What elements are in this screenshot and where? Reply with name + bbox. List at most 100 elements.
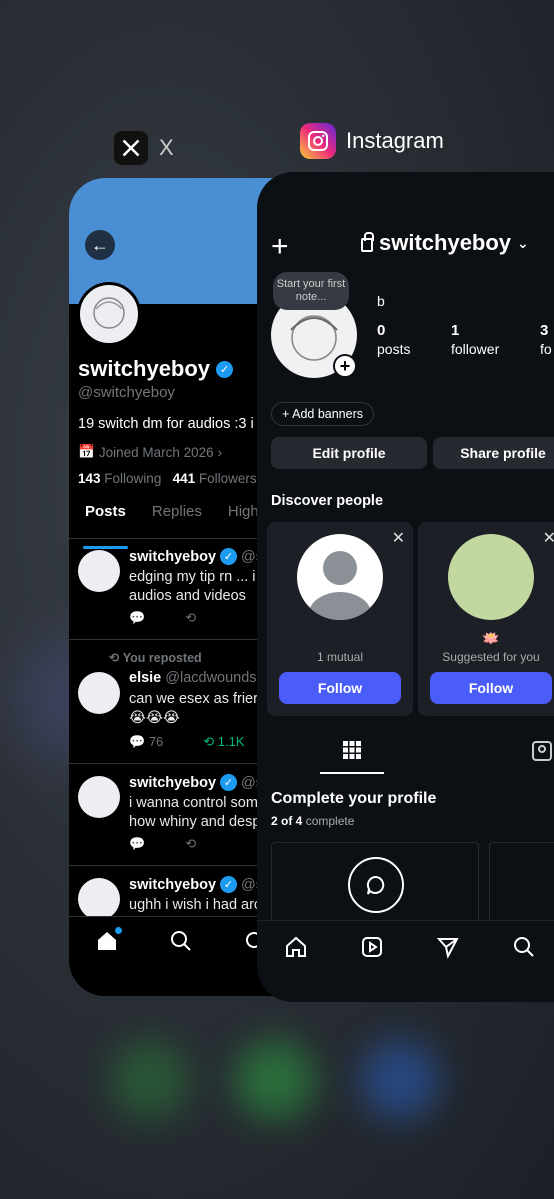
reels-icon[interactable]: [360, 935, 384, 1002]
suggestion-subtitle: 1 mutual: [316, 650, 364, 664]
search-icon[interactable]: [169, 929, 193, 996]
repost-icon[interactable]: ⟲: [185, 836, 196, 852]
suggestion-card[interactable]: ✕ 🪷 Suggested for you Follow: [418, 522, 554, 716]
post-line: i wanna control som: [129, 795, 258, 811]
suggestion-card[interactable]: ✕ 1 mutual Follow: [267, 522, 413, 716]
x-handle: @switchyeboy: [78, 384, 175, 401]
post-author-name: switchyeboy: [129, 548, 217, 565]
reply-icon[interactable]: 💬: [129, 836, 145, 852]
chat-bubble-icon: [348, 857, 404, 913]
search-icon[interactable]: [512, 935, 536, 1002]
verified-badge-icon: ✓: [220, 548, 238, 565]
home-icon[interactable]: [284, 935, 308, 1002]
dock-icon-blur: [360, 1040, 440, 1120]
post-author: switchyeboy ✓ @s: [129, 548, 263, 565]
back-arrow-icon[interactable]: ←: [85, 230, 115, 260]
ig-stat-label: posts: [377, 341, 411, 357]
x-profile-avatar[interactable]: [77, 282, 141, 346]
followers-label: Followers: [198, 471, 257, 486]
post-line: can we esex as frier: [129, 691, 258, 707]
tab-posts[interactable]: Posts: [83, 503, 128, 549]
post-line: ughh i wish i had arc: [129, 897, 262, 913]
chevron-down-icon: ⌄: [517, 234, 529, 251]
profile-task-card[interactable]: [489, 842, 554, 932]
repost-icon[interactable]: ⟲: [185, 610, 196, 626]
repost-indicator-text: You reposted: [122, 651, 202, 665]
discover-people-heading: Discover people: [271, 493, 384, 509]
close-icon[interactable]: ✕: [392, 528, 405, 548]
post-author: elsie @lacdwounds: [129, 670, 257, 686]
post-actions: 💬 ⟲: [129, 836, 196, 852]
ig-username: switchyeboy: [379, 230, 512, 255]
ig-stat-number: 1: [451, 322, 460, 339]
plus-icon: +: [282, 407, 290, 421]
send-icon[interactable]: [436, 935, 460, 1002]
ig-note-bubble[interactable]: Start your first note...: [273, 272, 349, 310]
repost-button[interactable]: ⟲ 1.1K: [203, 734, 244, 750]
grid-tab[interactable]: [320, 740, 384, 774]
post-avatar[interactable]: [78, 550, 120, 592]
home-icon[interactable]: [95, 927, 122, 996]
progress-count: 2 of 4: [271, 814, 303, 828]
suggestion-emoji: 🪷: [482, 630, 500, 646]
create-plus-icon[interactable]: +: [271, 230, 289, 264]
repost-icon: ⟲: [109, 651, 120, 665]
instagram-app-label[interactable]: Instagram: [300, 123, 444, 159]
verified-badge-icon: ✓: [220, 774, 238, 791]
profile-task-card[interactable]: [271, 842, 479, 932]
ig-username-switcher[interactable]: switchyeboy ⌄: [361, 230, 529, 256]
suggestion-avatar: [448, 534, 534, 620]
post-line: edging my tip rn ... i: [129, 569, 256, 585]
dock-icon-blur: [235, 1040, 315, 1120]
x-follow-counts[interactable]: 143 Following 441 Followers: [78, 471, 257, 486]
add-story-plus-icon[interactable]: +: [333, 354, 357, 378]
ig-stat-followers[interactable]: 1 follower: [451, 322, 499, 358]
x-app-label[interactable]: X: [113, 130, 174, 166]
reply-icon[interactable]: 💬: [129, 610, 145, 626]
post-avatar[interactable]: [78, 776, 120, 818]
post-author-handle: @lacdwounds: [165, 670, 257, 686]
follow-button[interactable]: Follow: [430, 672, 552, 704]
tab-replies[interactable]: Replies: [152, 503, 202, 538]
close-icon[interactable]: ✕: [543, 528, 554, 548]
add-banners-button[interactable]: + Add banners: [271, 402, 374, 426]
reply-button[interactable]: 💬 76: [129, 734, 163, 750]
instagram-app-name: Instagram: [346, 128, 444, 153]
follow-button[interactable]: Follow: [279, 672, 401, 704]
x-joined-date: 📅 Joined March 2026 ›: [78, 444, 222, 460]
post-actions: 💬 ⟲: [129, 610, 196, 626]
verified-badge-icon: ✓: [220, 876, 238, 893]
instagram-app-card[interactable]: + switchyeboy ⌄ Start your first note...…: [257, 172, 554, 1002]
ig-stat-label: fo: [540, 341, 552, 357]
post-avatar[interactable]: [78, 672, 120, 714]
following-label: Following: [104, 471, 162, 486]
chevron-right-icon: ›: [217, 444, 223, 460]
post-text: can we esex as frier 😭😭😭: [129, 690, 258, 728]
progress-label: complete: [305, 814, 355, 828]
repost-count: 1.1K: [217, 734, 245, 749]
post-text: ughh i wish i had arc: [129, 896, 261, 915]
ig-stat-number: 0: [377, 322, 386, 339]
complete-profile-heading: Complete your profile: [271, 790, 437, 807]
x-name-text: switchyeboy: [78, 356, 211, 381]
post-avatar[interactable]: [78, 878, 120, 920]
edit-profile-button[interactable]: Edit profile: [271, 437, 427, 469]
instagram-logo-icon: [300, 123, 336, 159]
verified-badge-icon: ✓: [216, 360, 234, 378]
ig-stat-label: follower: [451, 341, 500, 357]
post-text: edging my tip rn ... i audios and videos: [129, 568, 256, 606]
post-line: how whiny and desp: [129, 814, 261, 830]
x-app-name: X: [159, 135, 174, 160]
x-bio: 19 switch dm for audios :3 i: [78, 416, 254, 432]
post-author-name: elsie: [129, 670, 162, 686]
default-avatar: [297, 534, 383, 620]
post-author: switchyeboy ✓ @s: [129, 774, 263, 791]
post-line: audios and videos: [129, 588, 246, 604]
ig-stat-following[interactable]: 3 fo: [540, 322, 552, 358]
ig-stat-number: 3: [540, 322, 549, 339]
following-count: 143: [78, 471, 101, 486]
reply-count: 76: [148, 734, 164, 749]
tagged-tab-icon[interactable]: [531, 740, 553, 767]
ig-stat-posts[interactable]: 0 posts: [377, 322, 410, 358]
share-profile-button[interactable]: Share profile: [433, 437, 554, 469]
